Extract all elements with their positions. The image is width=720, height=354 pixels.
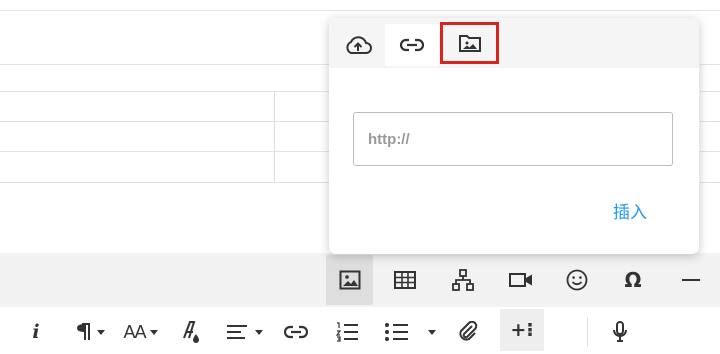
video-icon	[509, 273, 532, 287]
table-border	[700, 64, 720, 65]
more-options-button[interactable]: +⁝	[500, 309, 544, 351]
insert-image-button[interactable]	[326, 255, 373, 305]
unordered-list-icon	[385, 323, 436, 341]
insert-table-button[interactable]	[382, 255, 428, 305]
paragraph-format-button[interactable]	[70, 315, 110, 349]
omega-icon: Ω	[624, 268, 642, 292]
image-icon	[339, 270, 360, 290]
table-border	[700, 91, 720, 92]
tab-image-manager[interactable]	[440, 22, 499, 64]
insert-link-button[interactable]	[280, 315, 312, 349]
table-icon	[394, 271, 416, 289]
link-icon	[399, 38, 425, 52]
unordered-list-button[interactable]	[382, 315, 440, 349]
toolbar-row-1: Ω	[0, 253, 720, 307]
horizontal-line-icon	[682, 279, 700, 281]
insert-emoticon-button[interactable]	[554, 255, 600, 305]
text-color-button[interactable]	[176, 315, 206, 349]
attachment-icon	[459, 321, 478, 341]
table-border	[700, 151, 720, 152]
editor-line	[0, 10, 720, 11]
chevron-down-icon	[149, 330, 158, 335]
table-column-divider	[274, 91, 275, 183]
insert-diagram-button[interactable]	[440, 255, 486, 305]
table-border	[700, 182, 720, 183]
attach-file-button[interactable]	[452, 315, 484, 349]
table-border	[700, 121, 720, 122]
special-characters-button[interactable]: Ω	[610, 255, 656, 305]
horizontal-line-button[interactable]	[668, 255, 714, 305]
hierarchy-icon	[452, 269, 474, 291]
editor-line	[0, 64, 330, 65]
table-border	[0, 182, 330, 183]
image-folder-icon	[458, 35, 481, 52]
insert-image-popup: 插入	[329, 18, 699, 254]
insert-button[interactable]: 插入	[613, 198, 647, 223]
tab-image-by-url[interactable]	[385, 24, 439, 66]
link-icon	[284, 325, 308, 339]
table-border	[0, 151, 330, 152]
toolbar-row-2: i AA +⁝	[0, 307, 720, 354]
text-color-icon	[183, 321, 199, 343]
cloud-upload-icon	[346, 36, 372, 54]
align-icon	[227, 325, 263, 339]
emoji-icon	[566, 269, 588, 291]
tab-upload-image[interactable]	[331, 24, 385, 66]
align-button[interactable]	[222, 315, 268, 349]
table-border	[0, 91, 330, 92]
microphone-icon	[613, 321, 627, 342]
table-border	[0, 121, 330, 122]
toolbar-divider	[587, 317, 588, 347]
italic-icon: i	[32, 321, 40, 343]
image-url-input[interactable]	[353, 112, 673, 166]
more-icon: +⁝	[510, 319, 534, 341]
font-size-button[interactable]: AA	[118, 315, 164, 349]
font-size-icon: AA	[123, 321, 146, 342]
voice-input-button[interactable]	[604, 315, 636, 349]
italic-button[interactable]: i	[22, 315, 50, 349]
ordered-list-button[interactable]	[330, 315, 364, 349]
ordered-list-icon	[335, 322, 358, 342]
insert-video-button[interactable]	[498, 255, 544, 305]
paragraph-format-icon	[77, 323, 105, 340]
